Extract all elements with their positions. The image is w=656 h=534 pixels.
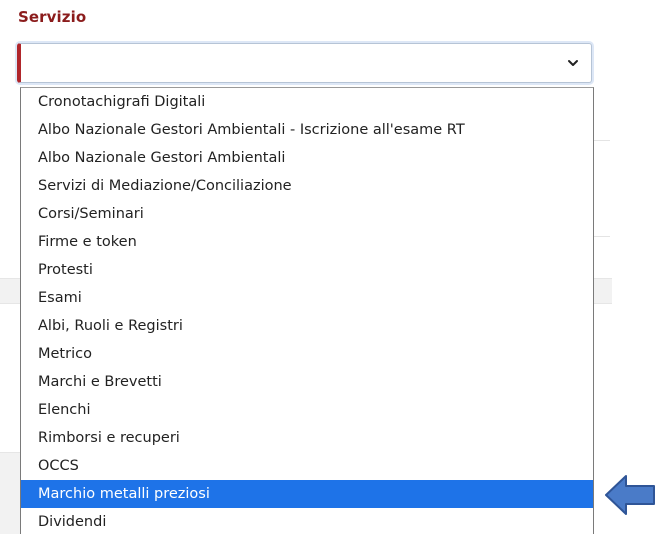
servizio-label: Servizio — [18, 8, 87, 26]
background-band — [0, 278, 20, 304]
option-cronotachigrafi-digitali[interactable]: Cronotachigrafi Digitali — [21, 88, 593, 116]
servizio-options-list[interactable]: Cronotachigrafi Digitali Albo Nazionale … — [20, 87, 594, 534]
background-band — [0, 452, 20, 534]
option-elenchi[interactable]: Elenchi — [21, 396, 593, 424]
option-metrico[interactable]: Metrico — [21, 340, 593, 368]
servizio-select[interactable] — [17, 43, 592, 83]
option-marchi-e-brevetti[interactable]: Marchi e Brevetti — [21, 368, 593, 396]
option-marchio-metalli-preziosi[interactable]: Marchio metalli preziosi — [21, 480, 593, 508]
chevron-down-icon — [568, 60, 578, 66]
option-occs[interactable]: OCCS — [21, 452, 593, 480]
option-corsi-seminari[interactable]: Corsi/Seminari — [21, 200, 593, 228]
option-rimborsi-e-recuperi[interactable]: Rimborsi e recuperi — [21, 424, 593, 452]
option-albo-gestori-ambientali[interactable]: Albo Nazionale Gestori Ambientali — [21, 144, 593, 172]
option-dividendi[interactable]: Dividendi — [21, 508, 593, 534]
option-protesti[interactable]: Protesti — [21, 256, 593, 284]
arrow-left-icon — [605, 475, 655, 515]
page: Servizio Cronotachigrafi Digitali Albo N… — [0, 0, 656, 534]
option-albo-gestori-iscrizione-esame-rt[interactable]: Albo Nazionale Gestori Ambientali - Iscr… — [21, 116, 593, 144]
option-esami[interactable]: Esami — [21, 284, 593, 312]
background-divider — [592, 140, 610, 141]
option-albi-ruoli-registri[interactable]: Albi, Ruoli e Registri — [21, 312, 593, 340]
option-firme-e-token[interactable]: Firme e token — [21, 228, 593, 256]
background-band — [594, 278, 612, 304]
background-divider — [592, 236, 610, 237]
option-servizi-mediazione-conciliazione[interactable]: Servizi di Mediazione/Conciliazione — [21, 172, 593, 200]
